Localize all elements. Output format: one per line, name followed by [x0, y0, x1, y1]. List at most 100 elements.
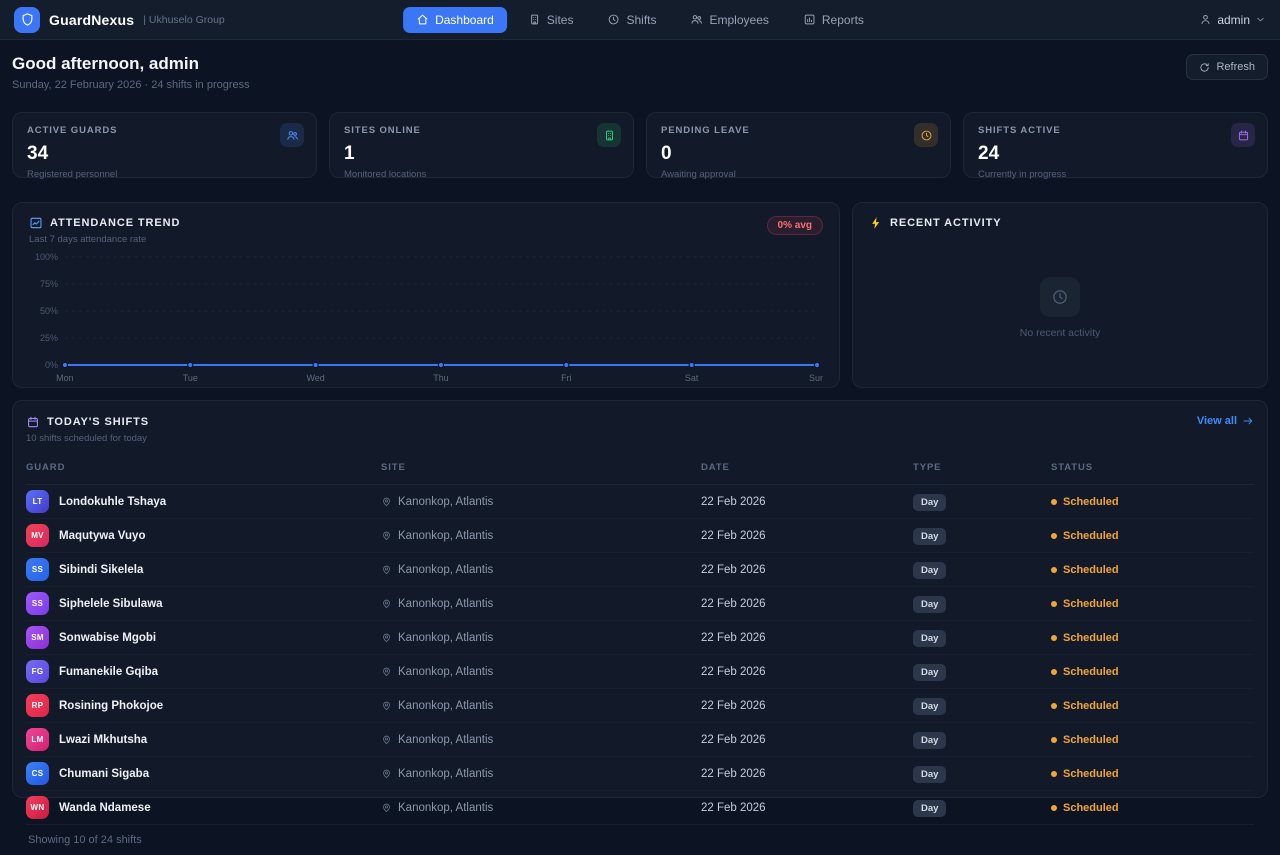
activity-title: RECENT ACTIVITY [890, 217, 1002, 229]
todays-shifts-card: TODAY'S SHIFTS 10 shifts scheduled for t… [12, 400, 1268, 846]
svg-text:0%: 0% [45, 360, 58, 370]
nav-item-sites[interactable]: Sites [515, 7, 587, 33]
refresh-icon [1199, 62, 1210, 73]
column-header-site: SITE [381, 456, 701, 485]
table-row[interactable]: RP Rosining Phokojoe Kanonkop, Atlantis … [26, 689, 1254, 723]
attendance-trend-card: ATTENDANCE TREND Last 7 days attendance … [12, 202, 840, 388]
site-name: Kanonkop, Atlantis [398, 699, 494, 712]
stat-card-sites-online: SITES ONLINE 1 Monitored locations [329, 112, 634, 180]
shift-date: 22 Feb 2026 [701, 529, 766, 542]
building-icon [528, 13, 541, 26]
stat-caption: Monitored locations [344, 169, 427, 180]
stats-row: ACTIVE GUARDS 34 Registered personnel SITES… [12, 112, 1268, 180]
status-badge: Scheduled [1051, 530, 1254, 542]
people-icon [280, 123, 304, 147]
nav-item-dashboard[interactable]: Dashboard [403, 6, 507, 33]
table-footer: Showing 10 of 24 shifts [28, 834, 142, 846]
status-dot-icon [1051, 770, 1057, 777]
site-name: Kanonkop, Atlantis [398, 495, 494, 508]
status-badge: Scheduled [1051, 802, 1254, 814]
guard-name: Sibindi Sikelela [59, 563, 144, 576]
status-dot-icon [1051, 804, 1057, 811]
site-name: Kanonkop, Atlantis [398, 767, 494, 780]
avatar: RP [26, 694, 49, 717]
guard-name: Wanda Ndamese [59, 801, 151, 814]
svg-text:75%: 75% [40, 279, 58, 289]
avatar: SS [26, 558, 49, 581]
table-row[interactable]: LM Lwazi Mkhutsha Kanonkop, Atlantis 22 … [26, 723, 1254, 757]
clock-icon [1051, 288, 1069, 306]
location-pin-icon [381, 598, 392, 609]
svg-text:Sat: Sat [685, 373, 699, 383]
guard-name: Londokuhle Tshaya [59, 495, 167, 508]
shift-type-badge: Day [913, 629, 947, 647]
status-badge: Scheduled [1051, 700, 1254, 712]
site-name: Kanonkop, Atlantis [398, 529, 494, 542]
site-name: Kanonkop, Atlantis [398, 733, 494, 746]
guard-name: Fumanekile Gqiba [59, 665, 159, 678]
avatar: LT [26, 490, 49, 513]
shift-date: 22 Feb 2026 [701, 767, 766, 780]
table-row[interactable]: MV Maqutywa Vuyo Kanonkop, Atlantis 22 F… [26, 519, 1254, 553]
avatar: MV [26, 524, 49, 547]
svg-text:Wed: Wed [306, 373, 324, 383]
shifts-title: TODAY'S SHIFTS [47, 416, 150, 428]
avatar: CS [26, 762, 49, 785]
status-dot-icon [1051, 736, 1057, 743]
dashboard-main: Good afternoon, admin Sunday, 22 Februar… [0, 40, 1280, 846]
stat-card-pending-leave: PENDING LEAVE 0 Awaiting approval [646, 112, 951, 180]
app-logo [14, 6, 40, 33]
shift-date: 22 Feb 2026 [701, 665, 766, 678]
shift-type-badge: Day [913, 697, 947, 715]
table-row[interactable]: FG Fumanekile Gqiba Kanonkop, Atlantis 2… [26, 655, 1254, 689]
stat-value: 34 [27, 143, 49, 164]
view-all-link[interactable]: View all [1197, 415, 1254, 427]
user-menu[interactable]: admin [1199, 13, 1266, 27]
shift-date: 22 Feb 2026 [701, 495, 766, 508]
page-head: Good afternoon, admin Sunday, 22 Februar… [12, 54, 1268, 91]
svg-text:50%: 50% [40, 306, 58, 316]
table-row[interactable]: CS Chumani Sigaba Kanonkop, Atlantis 22 … [26, 757, 1254, 791]
refresh-button[interactable]: Refresh [1186, 54, 1268, 80]
status-badge: Scheduled [1051, 768, 1254, 780]
location-pin-icon [381, 530, 392, 541]
clock-icon [914, 123, 938, 147]
table-row[interactable]: LT Londokuhle Tshaya Kanonkop, Atlantis … [26, 485, 1254, 519]
svg-text:Thu: Thu [433, 373, 448, 383]
column-header-date: DATE [701, 456, 913, 485]
calendar-icon [1231, 123, 1255, 147]
stat-label: SITES ONLINE [344, 125, 421, 136]
table-row[interactable]: WN Wanda Ndamese Kanonkop, Atlantis 22 F… [26, 791, 1254, 825]
site-name: Kanonkop, Atlantis [398, 801, 494, 814]
stat-card-shifts-active: SHIFTS ACTIVE 24 Currently in progress [963, 112, 1268, 180]
shield-logo-icon [20, 12, 35, 27]
location-pin-icon [381, 632, 392, 643]
column-header-status: STATUS [1051, 456, 1254, 485]
shift-date: 22 Feb 2026 [701, 699, 766, 712]
table-row[interactable]: SS Siphelele Sibulawa Kanonkop, Atlantis… [26, 587, 1254, 621]
status-badge: Scheduled [1051, 666, 1254, 678]
arrow-right-icon [1242, 415, 1254, 427]
building-icon [597, 123, 621, 147]
shift-type-badge: Day [913, 799, 947, 817]
user-name: admin [1217, 12, 1250, 27]
table-row[interactable]: SM Sonwabise Mgobi Kanonkop, Atlantis 22… [26, 621, 1254, 655]
shift-type-badge: Day [913, 527, 947, 545]
home-icon [416, 13, 429, 26]
status-badge: Scheduled [1051, 734, 1254, 746]
top-navbar: GuardNexus | Ukhuselo Group Dashboard Sit… [0, 0, 1280, 40]
shifts-table: GUARD SITE DATE TYPE STATUS LT Londokuhle Ts… [26, 456, 1254, 825]
page-title: Good afternoon, admin [12, 54, 199, 73]
nav-item-employees[interactable]: Employees [678, 7, 782, 33]
guard-name: Sonwabise Mgobi [59, 631, 157, 644]
shift-date: 22 Feb 2026 [701, 563, 766, 576]
stat-value: 0 [661, 143, 672, 164]
svg-text:Tue: Tue [183, 373, 198, 383]
guard-name: Rosining Phokojoe [59, 699, 164, 712]
shift-type-badge: Day [913, 731, 947, 749]
guard-name: Chumani Sigaba [59, 767, 150, 780]
shifts-subtitle: 10 shifts scheduled for today [26, 433, 147, 444]
nav-item-shifts[interactable]: Shifts [594, 7, 669, 33]
table-row[interactable]: SS Sibindi Sikelela Kanonkop, Atlantis 2… [26, 553, 1254, 587]
nav-item-reports[interactable]: Reports [790, 7, 877, 33]
